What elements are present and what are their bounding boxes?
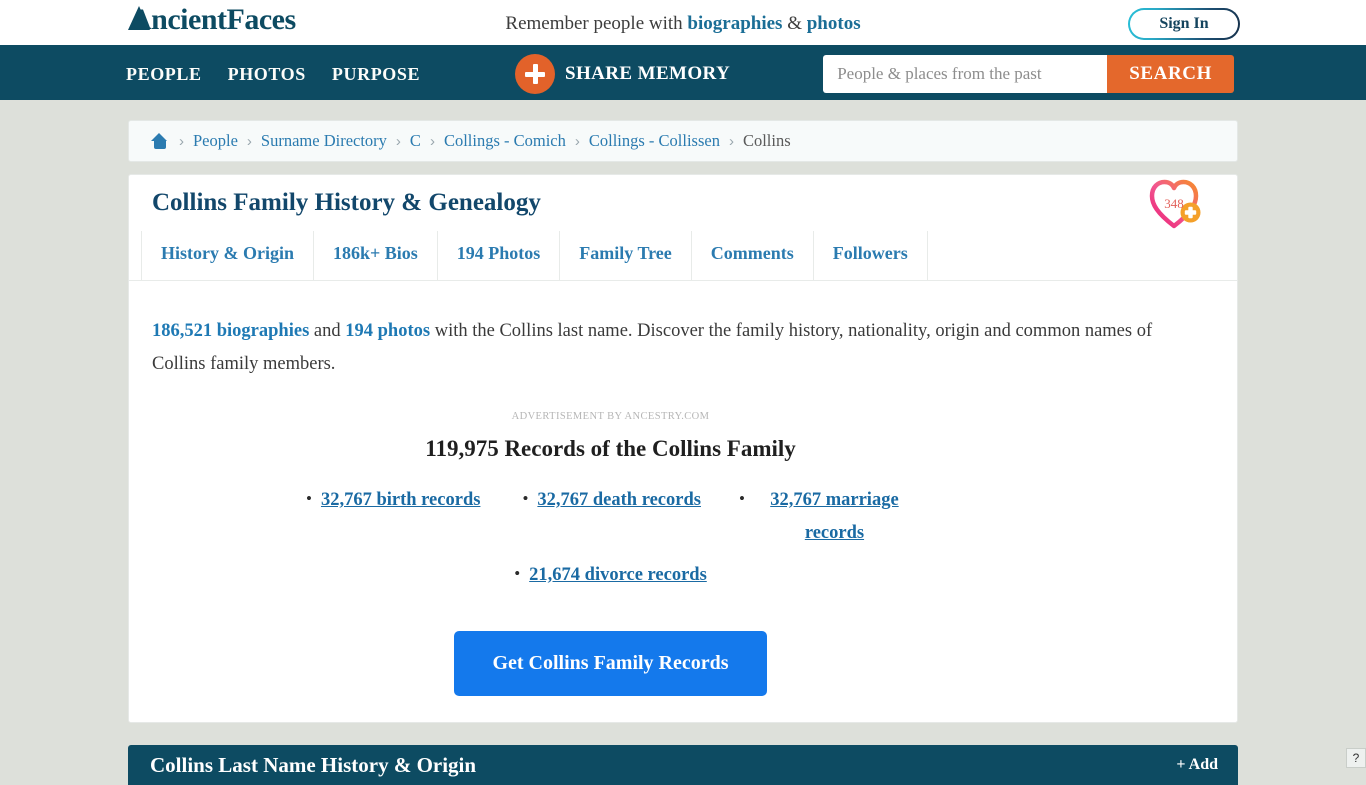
ancestry-ad-block: ADVERTISEMENT BY ANCESTRY.COM 119,975 Re… (152, 411, 1213, 696)
link-divorce-records[interactable]: 21,674 divorce records (529, 559, 707, 592)
tagline-amp: & (782, 13, 807, 34)
tab-bios[interactable]: 186k+ Bios (314, 231, 438, 280)
main-content-card: Collins Family History & Genealogy 348 H… (128, 174, 1238, 723)
breadcrumb-separator: › (179, 132, 184, 150)
cta-container: Get Collins Family Records (8, 631, 1213, 696)
nav-item-purpose[interactable]: PURPOSE (332, 64, 420, 85)
help-icon[interactable]: ? (1346, 748, 1366, 768)
tagline-prefix: Remember people with (505, 13, 688, 34)
link-marriage-records[interactable]: 32,767 marriage records (754, 484, 915, 550)
card-header: Collins Family History & Genealogy 348 (129, 175, 1237, 231)
page-title: Collins Family History & Genealogy (152, 189, 541, 216)
site-header: AncientFaces Remember people with biogra… (0, 0, 1366, 48)
card-body: 186,521 biographies and 194 photos with … (129, 281, 1237, 696)
plus-circle-icon (515, 54, 555, 94)
breadcrumb-item-people[interactable]: People (193, 131, 238, 151)
breadcrumb-separator: › (429, 132, 435, 150)
get-family-records-button[interactable]: Get Collins Family Records (454, 631, 767, 696)
content-tabs: History & Origin 186k+ Bios 194 Photos F… (129, 231, 1237, 281)
breadcrumb-item-c[interactable]: C (410, 131, 421, 151)
intro-mid: and (309, 321, 346, 341)
tagline-biographies: biographies (687, 13, 783, 34)
bullet-icon: • (738, 489, 745, 508)
breadcrumb-separator: › (574, 132, 580, 150)
breadcrumb-item-surname-directory[interactable]: Surname Directory (261, 131, 387, 151)
link-biographies-count[interactable]: 186,521 biographies (152, 321, 309, 341)
section-title: Collins Last Name History & Origin (150, 752, 477, 777)
bullet-icon: • (514, 564, 521, 583)
link-death-records[interactable]: 32,767 death records (537, 484, 701, 517)
link-photos-count[interactable]: 194 photos (345, 321, 430, 341)
breadcrumb-separator: › (395, 132, 401, 150)
tab-followers[interactable]: Followers (814, 231, 928, 280)
record-link-marriage: • 32,767 marriage records (739, 484, 915, 550)
search-input[interactable] (823, 55, 1108, 93)
search-area: SEARCH (823, 55, 1234, 93)
follower-count: 348 (1164, 196, 1184, 211)
intro-paragraph: 186,521 biographies and 194 photos with … (152, 315, 1192, 381)
tab-photos[interactable]: 194 Photos (438, 231, 561, 280)
bullet-icon: • (522, 489, 529, 508)
record-links-row-2: • 21,674 divorce records (8, 559, 1213, 592)
record-link-death: • 32,767 death records (522, 484, 701, 550)
breadcrumb-item-collings-collissen[interactable]: Collings - Collissen (589, 131, 720, 151)
breadcrumb-separator: › (246, 132, 252, 150)
breadcrumb-item-collings-comich[interactable]: Collings - Comich (444, 131, 566, 151)
add-button[interactable]: + Add (1176, 756, 1218, 774)
bullet-icon: • (306, 489, 312, 508)
nav-item-photos[interactable]: PHOTOS (228, 64, 306, 85)
share-memory-label: SHARE MEMORY (565, 63, 731, 84)
breadcrumb-item-current: Collins (742, 131, 791, 150)
record-link-divorce: • 21,674 divorce records (514, 559, 707, 592)
last-name-history-section-header: Collins Last Name History & Origin + Add (128, 745, 1238, 785)
breadcrumb-separator: › (728, 132, 734, 150)
ad-title: 119,975 Records of the Collins Family (425, 436, 796, 461)
record-links-row-1: • 32,767 birth records • 32,767 death re… (8, 484, 1213, 550)
tab-family-tree[interactable]: Family Tree (560, 231, 692, 280)
nav-links: PEOPLE PHOTOS PURPOSE (126, 64, 420, 85)
home-icon[interactable] (151, 132, 168, 150)
link-birth-records[interactable]: 32,767 birth records (321, 484, 480, 517)
nav-item-people[interactable]: PEOPLE (126, 64, 202, 85)
sign-in-button[interactable]: Sign In (1128, 8, 1240, 40)
ad-disclosure-label: ADVERTISEMENT BY ANCESTRY.COM (511, 411, 710, 422)
tab-comments[interactable]: Comments (692, 231, 814, 280)
search-button[interactable]: SEARCH (1107, 55, 1234, 93)
tab-history-origin[interactable]: History & Origin (141, 231, 314, 280)
share-memory-button[interactable]: SHARE MEMORY (515, 54, 730, 94)
main-navbar: PEOPLE PHOTOS PURPOSE SHARE MEMORY SEARC… (0, 48, 1366, 100)
tagline-photos: photos (806, 13, 861, 34)
heart-plus-icon[interactable]: 348 (1149, 178, 1207, 232)
breadcrumb: › People › Surname Directory › C › Colli… (128, 120, 1238, 162)
record-link-birth: • 32,767 birth records (306, 484, 480, 550)
